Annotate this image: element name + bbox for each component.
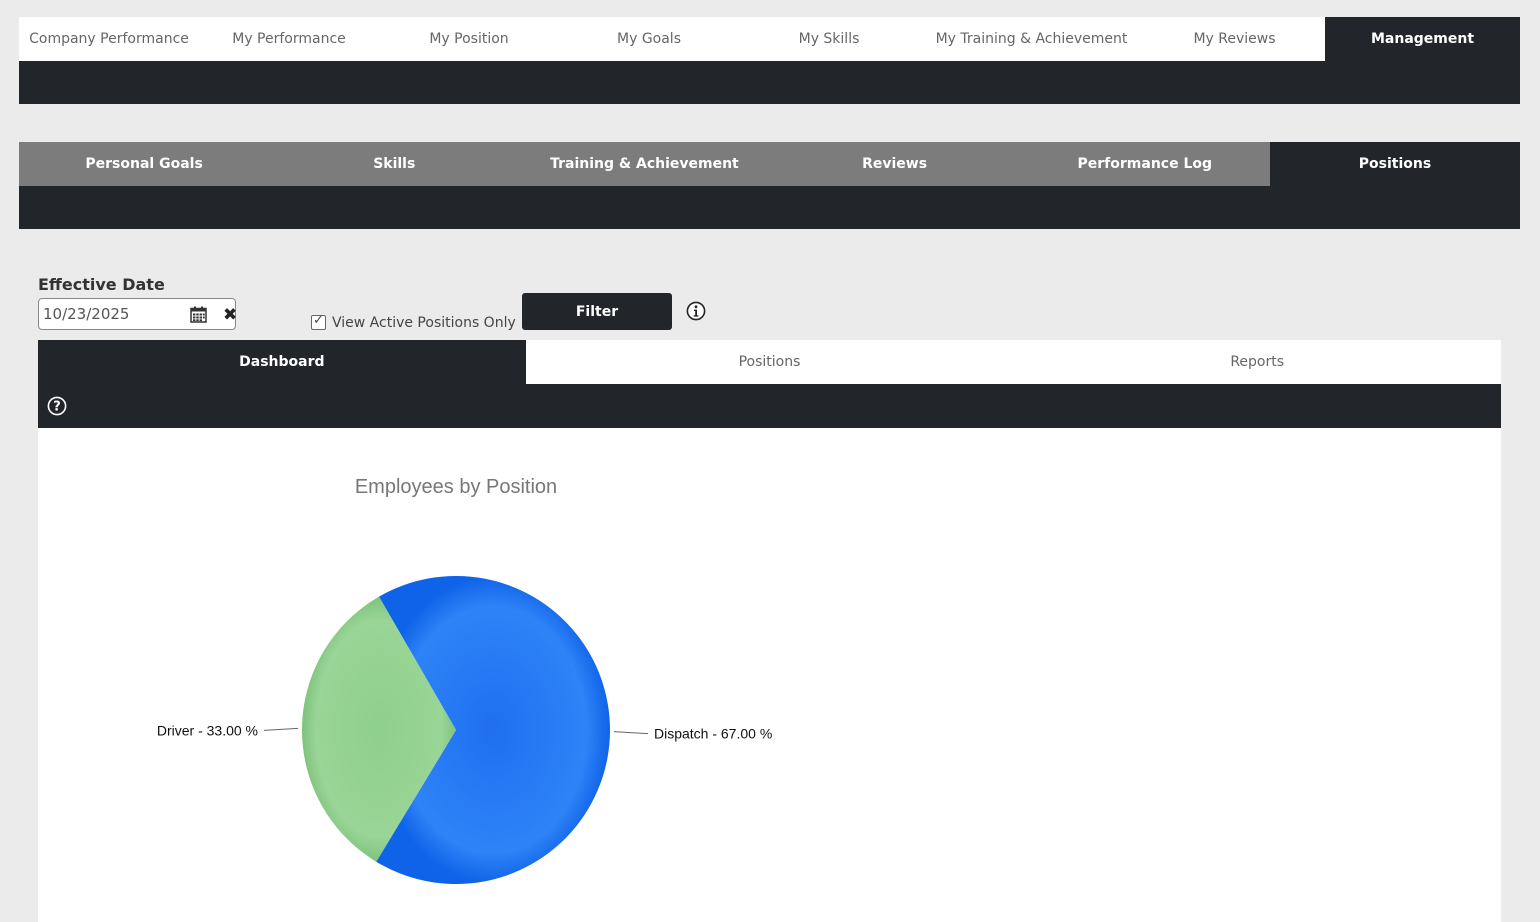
dashboard-panel: Employees by Position Dispatch - 67.00 %… (38, 428, 1501, 922)
employees-by-position-chart: Employees by Position Dispatch - 67.00 %… (157, 476, 772, 885)
calendar-icon[interactable] (190, 306, 207, 323)
filter-button[interactable]: Filter (522, 293, 672, 330)
svg-text:?: ? (53, 400, 61, 415)
subtab-training-achievement[interactable]: Training & Achievement (519, 142, 769, 186)
tab-dashboard[interactable]: Dashboard (38, 340, 526, 384)
pie-leader-line-driver (263, 727, 299, 731)
management-subnav: Personal Goals Skills Training & Achieve… (19, 142, 1521, 186)
tab-my-position[interactable]: My Position (379, 17, 559, 61)
tab-company-performance[interactable]: Company Performance (19, 17, 199, 61)
pie-label-dispatch: Dispatch - 67.00 % (654, 726, 772, 742)
chart-title: Employees by Position (355, 476, 557, 498)
tab-reports[interactable]: Reports (1013, 340, 1501, 384)
active-positions-checkbox[interactable]: ✓ (311, 313, 326, 330)
effective-date-label: Effective Date (38, 275, 165, 294)
subtab-performance-log[interactable]: Performance Log (1020, 142, 1270, 186)
subtab-skills[interactable]: Skills (269, 142, 519, 186)
positions-tabs: Dashboard Positions Reports (38, 340, 1501, 384)
tab-my-training-achievement[interactable]: My Training & Achievement (919, 17, 1144, 61)
clear-icon[interactable]: ✖ (223, 305, 237, 325)
help-icon[interactable]: ? (47, 396, 67, 416)
top-nav-bar (19, 61, 1520, 104)
info-icon[interactable] (686, 301, 706, 321)
active-positions-label: View Active Positions Only (332, 315, 516, 331)
effective-date-value[interactable]: 10/23/2025 (43, 305, 129, 323)
effective-date-field[interactable]: 10/23/2025 ✖ (38, 298, 237, 330)
tab-my-reviews[interactable]: My Reviews (1144, 17, 1325, 61)
pie-leader-line-dispatch (613, 731, 649, 735)
subtab-reviews[interactable]: Reviews (770, 142, 1020, 186)
top-navigation: Company Performance My Performance My Po… (19, 17, 1520, 61)
tab-my-goals[interactable]: My Goals (559, 17, 739, 61)
pie-label-driver: Driver - 33.00 % (157, 722, 258, 738)
subtab-positions[interactable]: Positions (1269, 142, 1521, 186)
tab-my-skills[interactable]: My Skills (739, 17, 919, 61)
tab-positions[interactable]: Positions (526, 340, 1014, 384)
tab-my-performance[interactable]: My Performance (199, 17, 379, 61)
subtab-personal-goals[interactable]: Personal Goals (19, 142, 269, 186)
tab-management[interactable]: Management (1325, 17, 1520, 61)
dashboard-toolbar (38, 384, 1501, 428)
subnav-bar (19, 186, 1520, 229)
